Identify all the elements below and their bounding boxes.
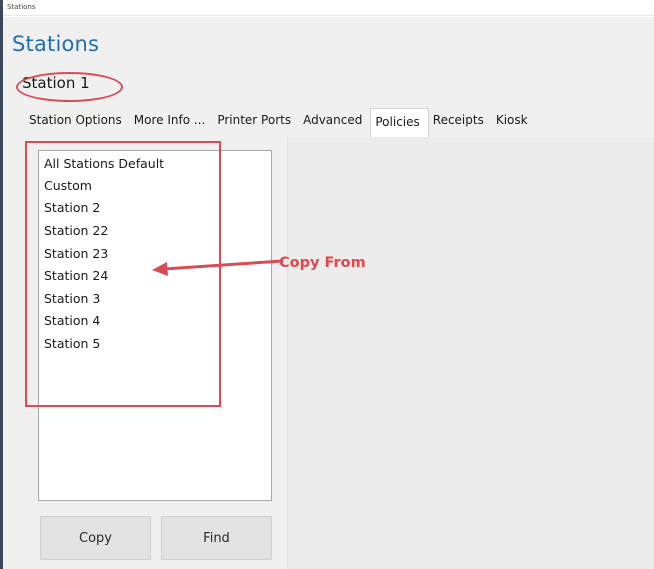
tab-policies[interactable]: Policies <box>370 108 429 138</box>
copy-button[interactable]: Copy <box>40 516 151 560</box>
annotation-arrow <box>152 259 284 276</box>
page-title: Stations <box>12 32 100 56</box>
tab-advanced[interactable]: Advanced <box>299 106 370 138</box>
tab-more-info[interactable]: More Info ... <box>130 106 214 138</box>
copy-from-annotation: Copy From <box>279 255 366 271</box>
tab-strip: Station Options More Info ... Printer Po… <box>25 106 536 138</box>
find-button[interactable]: Find <box>161 516 272 560</box>
highlight-ellipse <box>16 72 123 102</box>
title-bar: Stations <box>3 0 654 16</box>
tab-printer-ports[interactable]: Printer Ports <box>213 106 299 138</box>
tab-receipts[interactable]: Receipts <box>429 106 492 138</box>
tab-station-options[interactable]: Station Options <box>25 106 130 138</box>
tab-kiosk[interactable]: Kiosk <box>492 106 536 138</box>
window-title: Stations <box>7 3 36 11</box>
